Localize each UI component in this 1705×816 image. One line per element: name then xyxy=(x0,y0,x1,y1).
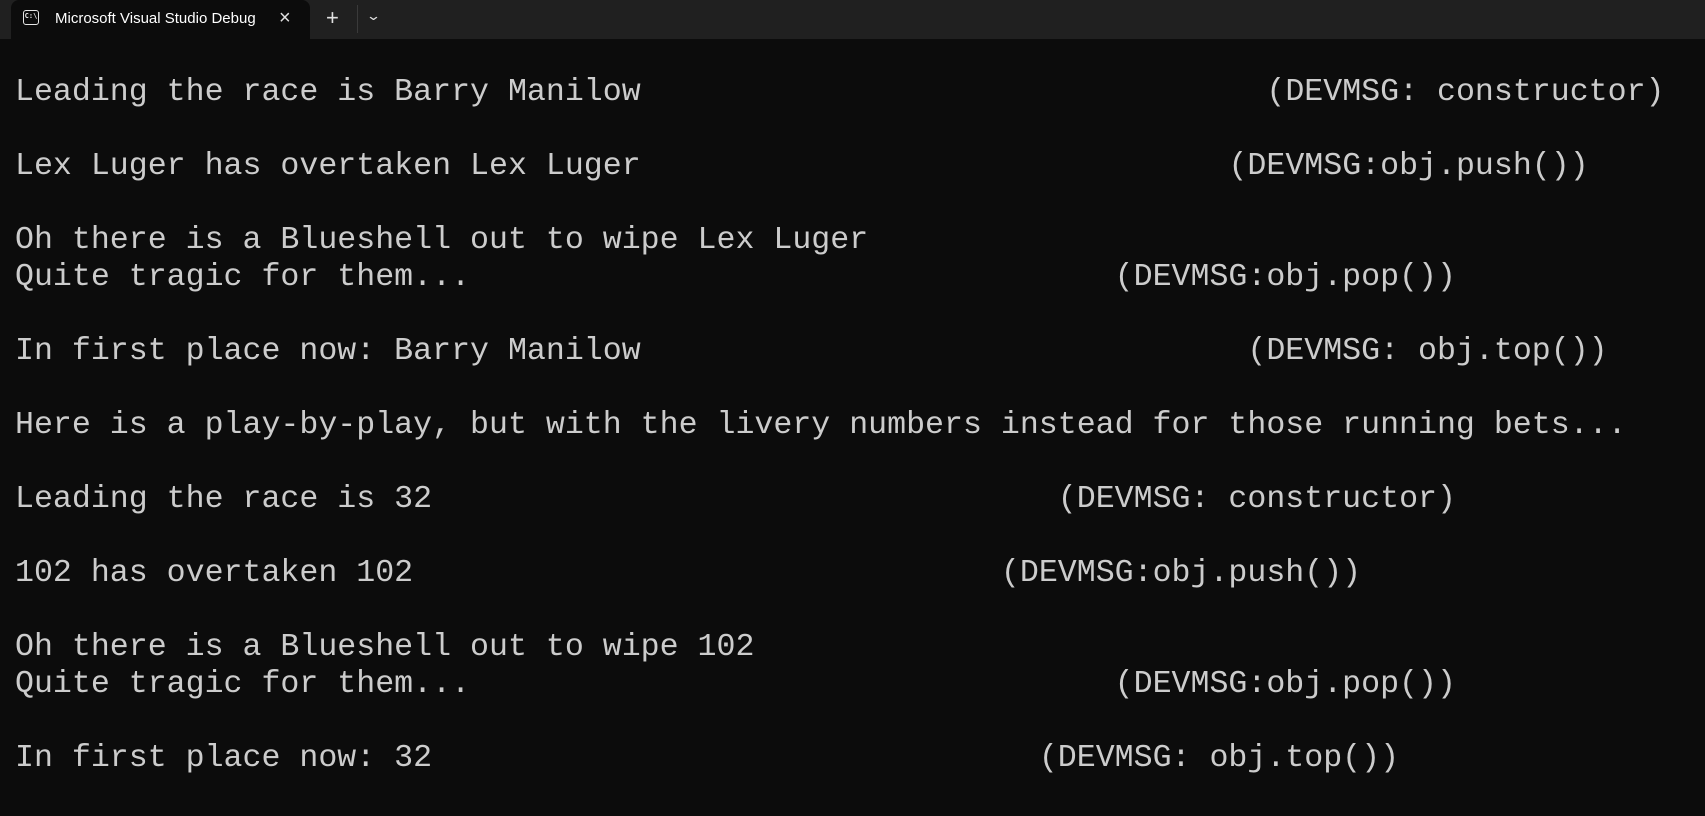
divider xyxy=(357,5,358,33)
dev-message: (DEVMSG: constructor) xyxy=(1266,75,1665,110)
tab-debug-console[interactable]: C:\ Microsoft Visual Studio Debug Consol… xyxy=(11,0,310,39)
output-line: In first place now: Barry Manilow xyxy=(15,334,641,369)
close-tab-button[interactable]: × xyxy=(279,6,291,30)
dev-message: (DEVMSG:obj.push()) xyxy=(1228,149,1589,184)
dev-message: (DEVMSG: obj.top()) xyxy=(1247,334,1608,369)
dev-message: (DEVMSG:obj.pop()) xyxy=(1114,667,1456,702)
tab-title: Microsoft Visual Studio Debug Console xyxy=(55,10,260,27)
output-line: In first place now: 32 xyxy=(15,741,433,776)
output-line: Here is a play-by-play, but with the liv… xyxy=(15,408,1627,443)
console-icon: C:\ xyxy=(23,10,39,25)
tab-bar: C:\ Microsoft Visual Studio Debug Consol… xyxy=(0,0,1705,39)
output-line: Quite tragic for them... xyxy=(15,260,471,295)
dev-message: (DEVMSG: obj.top()) xyxy=(1038,741,1400,776)
terminal-output[interactable]: Leading the race is Barry Manilow (DEVMSG… xyxy=(0,39,1705,816)
output-line: Quite tragic for them... xyxy=(15,667,471,702)
output-line: Leading the race is Barry Manilow xyxy=(15,75,641,110)
new-tab-button[interactable]: + xyxy=(326,5,339,31)
dev-message: (DEVMSG:obj.push()) xyxy=(1000,556,1362,591)
output-line: 102 has overtaken 102 xyxy=(15,556,414,591)
dev-message: (DEVMSG: constructor) xyxy=(1057,482,1456,517)
dev-message: (DEVMSG:obj.pop()) xyxy=(1114,260,1456,295)
chevron-down-icon[interactable]: ⌄ xyxy=(366,8,381,24)
output-line: Leading the race is 32 xyxy=(15,482,433,517)
output-line: Oh there is a Blueshell out to wipe 102 xyxy=(15,630,755,665)
output-line: Oh there is a Blueshell out to wipe Lex … xyxy=(15,223,869,258)
output-line: Lex Luger has overtaken Lex Luger xyxy=(15,149,641,184)
